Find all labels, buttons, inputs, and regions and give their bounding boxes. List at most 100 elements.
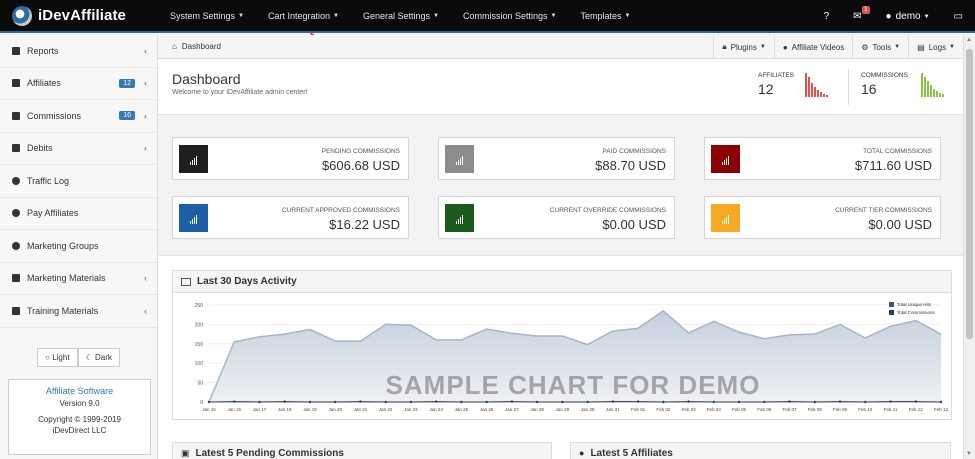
user-menu[interactable]: ● demo ▼ [874,0,942,33]
moon-icon: ☾ [85,352,95,362]
data-point [864,400,867,404]
sidebar-item-affiliates[interactable]: Affiliates 12 ‹ [0,68,157,100]
data-point [409,400,413,404]
menu-general-settings[interactable]: General Settings ▼ [351,0,451,32]
envelope-icon[interactable]: ✉ 1 [841,0,873,33]
sidebar-item-debits[interactable]: Debits ‹ [0,133,157,165]
x-tick-label: Feb 06 [757,407,772,412]
mail-badge: 1 [862,6,870,14]
x-tick-label: Jan 21 [354,407,368,412]
sidebar-item-marketing-materials[interactable]: Marketing Materials ‹ [0,263,157,295]
caret-down-icon: ▼ [433,12,439,19]
x-tick-label: Feb 04 [707,407,722,412]
commissions-stat[interactable]: COMMISSIONS 16 [861,72,908,97]
card-label: PENDING COMMISSIONS [321,148,400,155]
menu-templates[interactable]: Templates ▼ [568,0,642,32]
x-tick-label: Jan 30 [581,407,595,412]
dark-theme-button[interactable]: ☾ Dark [77,347,120,367]
card-current-override-commissions[interactable]: CURRENT OVERRIDE COMMISSIONS $0.00 USD [438,196,675,239]
chevron-left-icon: ‹ [144,143,147,154]
affiliates-stat[interactable]: AFFILIATES 12 [758,72,794,97]
x-tick-label: Jan 31 [606,407,620,412]
activity-panel: Last 30 Days Activity 0 50 100 150 200 250 Jan… [172,270,952,420]
caret-down-icon: ▼ [238,12,244,19]
card-pending-commissions[interactable]: PENDING COMMISSIONS $606.68 USD [172,137,409,180]
caret-down-icon: ▼ [949,44,955,50]
legend-swatch [889,310,894,315]
card-value: $606.68 USD [321,158,400,173]
home-icon: ⌂ [172,42,177,51]
arrow-circle-icon [12,209,20,218]
sidebar-item-pay-affiliates[interactable]: Pay Affiliates [0,198,157,230]
menu-system-settings[interactable]: System Settings ▼ [158,0,256,32]
sidebar-item-commissions[interactable]: Commissions 16 ‹ [0,100,157,133]
breadcrumb-bar: ⌂ Dashboard 🔒︎ Plugins ▼ ● Affiliate Videos … [158,35,963,59]
scroll-thumb[interactable] [966,49,973,339]
divider [848,69,849,105]
y-tick-label: 100 [195,361,204,367]
scroll-up-icon[interactable]: ▲ [966,37,972,43]
chevron-left-icon: ‹ [144,110,147,121]
activity-panel-header: Last 30 Days Activity [173,271,951,293]
breadcrumb[interactable]: ⌂ Dashboard [158,42,221,51]
data-point [712,400,716,404]
data-point [838,400,842,403]
card-value: $16.22 USD [329,217,400,232]
sidebar-item-reports[interactable]: Reports ‹ [0,35,157,68]
data-point [308,400,312,404]
scroll-down-icon[interactable]: ▼ [966,451,972,457]
x-tick-label: Feb 05 [732,407,747,412]
x-tick-label: Jan 16 [227,407,241,412]
affiliate-videos-button[interactable]: ● Affiliate Videos [773,35,852,59]
software-version: Version 9.0 [59,398,100,408]
data-point [737,400,741,404]
y-tick-label: 250 [195,303,204,309]
card-label: PAID COMMISSIONS [602,148,666,155]
activity-title: Last 30 Days Activity [197,276,297,287]
x-tick-label: Feb 11 [884,407,898,412]
caret-down-icon: ▼ [894,44,901,50]
chevron-left-icon: ‹ [144,273,147,284]
y-tick-label: 50 [197,381,203,387]
bar-chart-icon [711,204,740,232]
brand-name: iDevAffiliate [38,7,126,24]
card-value: $88.70 USD [595,158,666,173]
sidebar-item-training-materials[interactable]: Training Materials ‹ [0,295,157,328]
menu-commission-settings[interactable]: Commission Settings ▼ [451,0,568,32]
plus-square-icon [12,306,20,315]
x-tick-label: Jan 15 [202,407,216,412]
card-value: $0.00 USD [602,217,666,232]
data-point [485,400,488,404]
bar-chart-icon [445,204,474,232]
card-current-tier-commissions[interactable]: CURRENT TIER COMMISSIONS $0.00 USD [704,196,941,239]
logs-button[interactable]: ▤ Logs ▼ [908,35,963,59]
x-tick-label: Feb 12 [909,407,924,412]
plus-square-icon [12,274,20,283]
plugins-button[interactable]: 🔒︎ Plugins ▼ [713,35,773,59]
x-tick-label: Jan 23 [404,407,418,412]
sidebar-item-traffic-log[interactable]: Traffic Log [0,165,157,198]
card-total-commissions[interactable]: TOTAL COMMISSIONS $711.60 USD [704,137,941,180]
brand[interactable]: iDevAffiliate [0,0,158,32]
affiliates-sparkline [805,71,829,97]
monitor-icon[interactable]: ▭ [942,0,975,33]
software-title[interactable]: Affiliate Software [13,386,146,396]
tools-button[interactable]: ⚙ Tools ▼ [852,35,908,59]
light-theme-button[interactable]: ○ Light [37,347,78,367]
card-current-approved-commissions[interactable]: CURRENT APPROVED COMMISSIONS $16.22 USD [172,196,409,239]
card-label: TOTAL COMMISSIONS [863,148,932,155]
data-point [939,400,943,404]
gear-icon: ⚙ [861,42,869,52]
card-paid-commissions[interactable]: PAID COMMISSIONS $88.70 USD [438,137,675,180]
scrollbar[interactable]: ▲ ▼ [963,35,975,459]
card-value: $711.60 USD [854,158,932,173]
x-tick-label: Feb 02 [656,407,671,412]
sidebar-item-marketing-groups[interactable]: Marketing Groups [0,230,157,263]
question-icon[interactable]: ? [812,0,842,33]
theme-switch: ○ Light ☾ Dark [0,347,157,367]
affiliates-stat-value: 12 [758,81,774,97]
file-icon: ▤ [917,42,925,52]
commissions-stat-label: COMMISSIONS [861,72,908,79]
count-badge: 16 [119,111,135,121]
menu-cart-integration[interactable]: Cart Integration ▼ [256,0,351,32]
